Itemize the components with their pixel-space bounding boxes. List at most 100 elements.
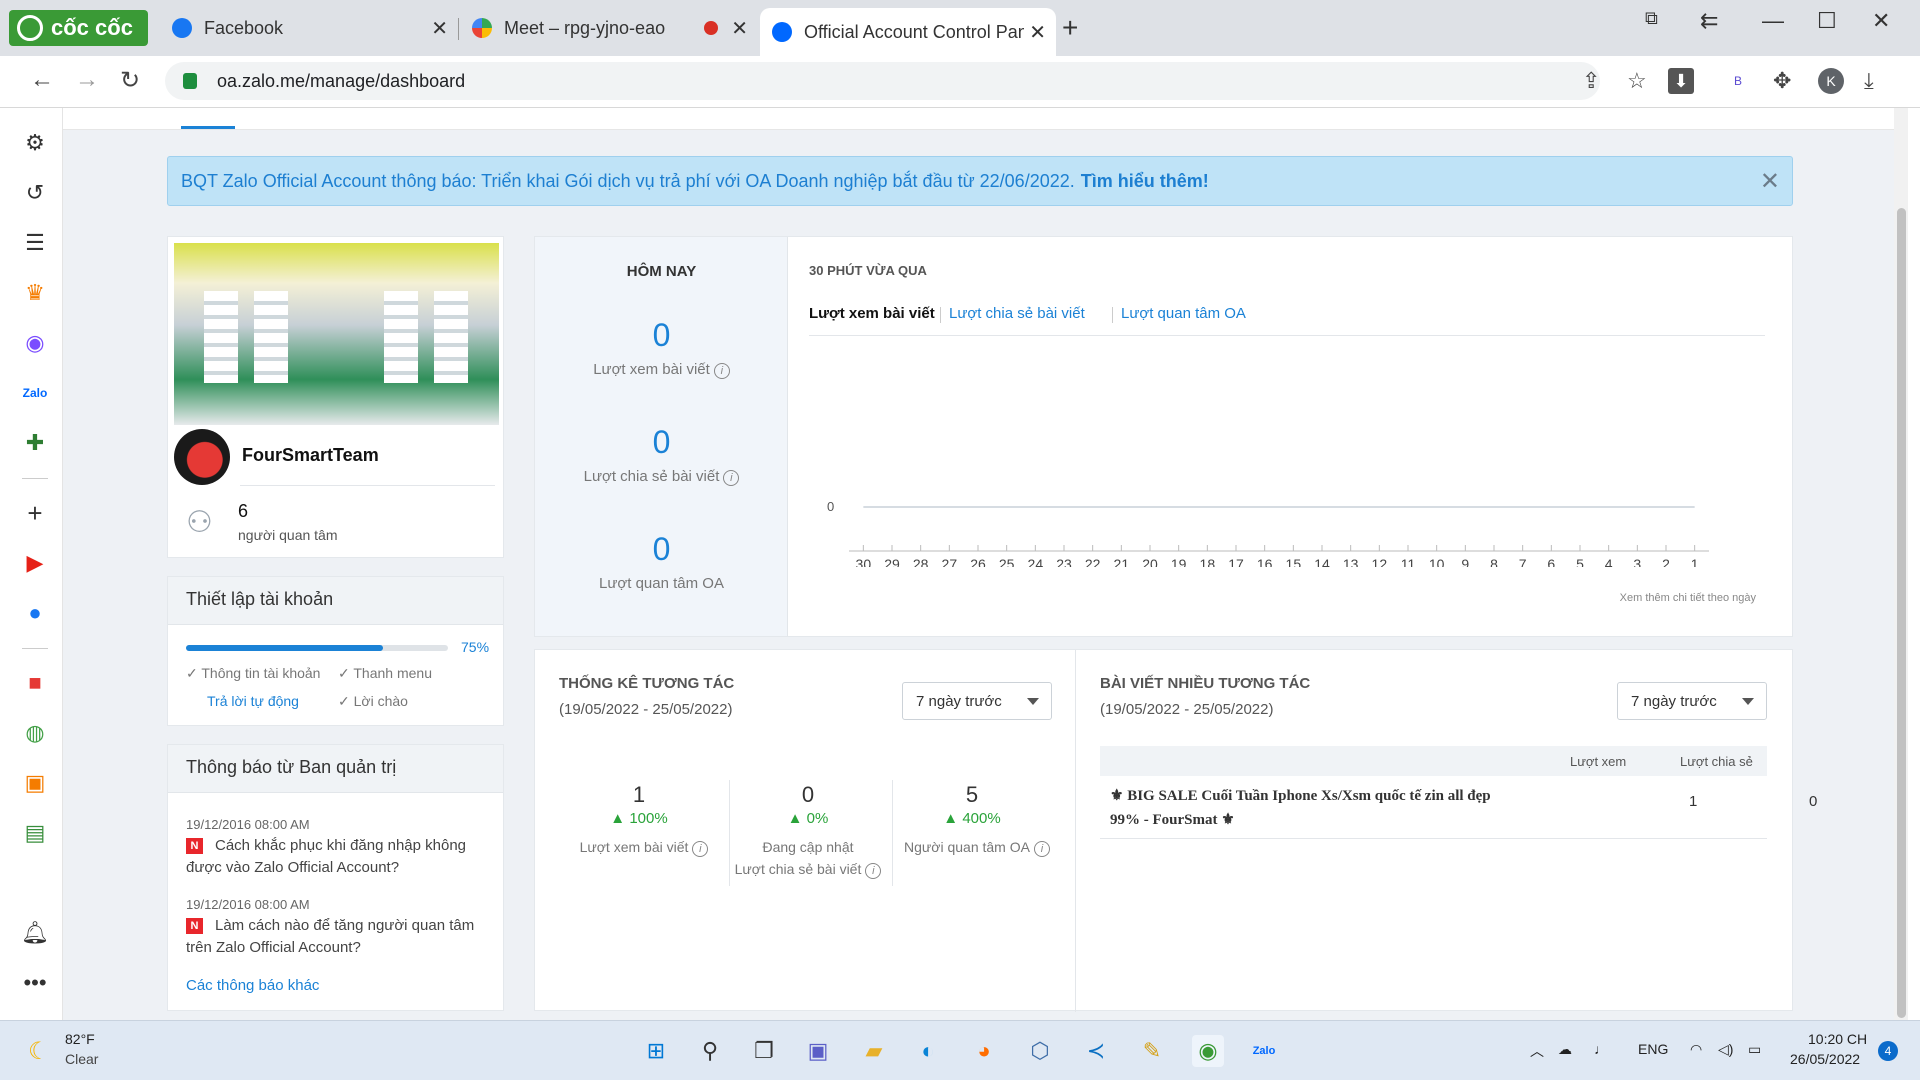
chevron-down-icon xyxy=(1027,698,1039,705)
x-tick-label: 3 xyxy=(1633,556,1641,567)
today-shares-value: 0 xyxy=(652,424,671,460)
profile-card: FourSmartTeam ⚇ 6 người quan tâm xyxy=(167,236,504,558)
reload-icon[interactable]: ↻ xyxy=(120,66,140,95)
checklist-item-link[interactable]: Trả lời tự động xyxy=(207,693,299,709)
history-icon[interactable]: ↺ xyxy=(20,178,50,208)
close-tab-icon[interactable]: ✕ xyxy=(431,16,448,41)
info-icon[interactable]: i xyxy=(692,841,709,857)
avatar[interactable] xyxy=(174,429,230,485)
map-pin-icon[interactable]: ◍ xyxy=(20,718,50,748)
gamepad-icon[interactable]: ✚ xyxy=(20,428,50,458)
cart-icon[interactable]: ▣ xyxy=(20,768,50,798)
youtube-icon[interactable]: ▶ xyxy=(20,548,50,578)
tab-official-account[interactable]: Official Account Control Panel ✕ xyxy=(760,8,1056,56)
start-icon[interactable]: ⊞ xyxy=(640,1035,672,1067)
bookmark-star-icon[interactable]: ☆ xyxy=(1627,68,1647,94)
zalo-taskbar-icon[interactable]: Zalo xyxy=(1248,1035,1280,1067)
google-meet-icon xyxy=(472,18,492,38)
tab-meet[interactable]: Meet – rpg-yjno-eao ✕ xyxy=(460,8,758,48)
extensions-puzzle-icon[interactable]: ✥ xyxy=(1773,68,1791,94)
more-notices-link[interactable]: Các thông báo khác xyxy=(186,977,319,994)
notification-bell-icon[interactable]: 🔔︎ xyxy=(20,918,50,948)
learn-more-link[interactable]: Tìm hiểu thêm! xyxy=(1081,171,1209,192)
more-icon[interactable]: ••• xyxy=(20,968,50,998)
facebook-sidebar-icon[interactable]: ● xyxy=(20,598,50,628)
tab-facebook[interactable]: Facebook ✕ xyxy=(160,8,458,48)
edge-icon[interactable]: ◐ xyxy=(912,1035,944,1067)
clock-date[interactable]: 26/05/2022 xyxy=(1790,1051,1860,1067)
tray-chevron-icon[interactable]: ︿ xyxy=(1530,1041,1544,1061)
close-tab-icon[interactable]: ✕ xyxy=(1029,20,1046,45)
share-icon[interactable]: ⇪ xyxy=(1582,68,1600,94)
cover-photo xyxy=(174,243,499,425)
coccoc-logo[interactable]: cốc cốc xyxy=(9,10,148,46)
microphone-icon[interactable]: ♩ xyxy=(1594,1041,1608,1057)
top-posts-period-select[interactable]: 7 ngày trước xyxy=(1617,682,1767,720)
volume-icon[interactable]: ◁) xyxy=(1718,1041,1733,1058)
x-tick-label: 19 xyxy=(1171,556,1187,567)
close-icon[interactable]: ✕ xyxy=(1760,167,1780,196)
tab-oa-follows[interactable]: Lượt quan tâm OA xyxy=(1121,305,1246,322)
notification-count-badge[interactable]: 4 xyxy=(1878,1041,1898,1061)
admin-notices-card: Thông báo từ Ban quản trị 19/12/2016 08:… xyxy=(167,744,504,1011)
onedrive-icon[interactable]: ☁ xyxy=(1558,1041,1572,1058)
daily-detail-note[interactable]: Xem thêm chi tiết theo ngày xyxy=(1620,592,1756,604)
info-icon[interactable]: i xyxy=(1033,841,1050,857)
extension-b-icon[interactable]: B xyxy=(1734,74,1742,88)
interaction-period-select[interactable]: 7 ngày trước xyxy=(902,682,1052,720)
page-name[interactable]: FourSmartTeam xyxy=(242,445,379,466)
settings-icon[interactable]: ⚙ xyxy=(20,128,50,158)
tab-search-icon[interactable]: ⧉ xyxy=(1645,8,1658,29)
close-tab-icon[interactable]: ✕ xyxy=(731,16,748,41)
wifi-icon[interactable]: ◠ xyxy=(1690,1041,1702,1058)
window-close-icon[interactable]: ✕ xyxy=(1872,8,1890,34)
battery-icon[interactable]: ▭ xyxy=(1748,1041,1761,1058)
search-icon[interactable]: ⚲ xyxy=(694,1035,726,1067)
crown-icon[interactable]: ♛ xyxy=(20,278,50,308)
checklist-item[interactable]: ✓ Thông tin tài khoản xyxy=(186,665,320,682)
realtime-stats-card: HÔM NAY 0 Lượt xem bài viết i 0 Lượt chia… xyxy=(534,236,1793,637)
teams-chat-icon[interactable]: ▣ xyxy=(802,1035,834,1067)
post-title-link[interactable]: ⚜ BIG SALE Cuối Tuần Iphone Xs/Xsm quốc … xyxy=(1110,784,1510,832)
back-history-icon[interactable]: ⇇ xyxy=(1700,8,1718,34)
clock-time[interactable]: 10:20 CH xyxy=(1808,1031,1867,1047)
virtualbox-icon[interactable]: ⬡ xyxy=(1024,1035,1056,1067)
tab-post-views[interactable]: Lượt xem bài viết xyxy=(809,305,935,322)
maximize-icon[interactable]: ☐ xyxy=(1817,8,1837,34)
file-explorer-icon[interactable]: ▰ xyxy=(858,1035,890,1067)
download-icon[interactable]: ⤓ xyxy=(1864,68,1874,94)
weather-status[interactable]: Clear xyxy=(65,1051,98,1067)
page-scrollbar[interactable] xyxy=(1894,108,1908,1020)
x-tick-label: 2 xyxy=(1662,556,1670,567)
new-tab-icon[interactable]: + xyxy=(1062,12,1078,44)
add-sidebar-icon[interactable]: + xyxy=(20,498,50,528)
stat-shares-label: Đang cập nhật Lượt chia sẻ bài viết i xyxy=(723,836,893,880)
minimize-icon[interactable]: — xyxy=(1762,8,1784,34)
coccoc-taskbar-icon[interactable]: ◉ xyxy=(1192,1035,1224,1067)
notice-item[interactable]: N Làm cách nào để tăng người quan tâm trê… xyxy=(186,915,486,959)
notice-item[interactable]: N Cách khắc phục khi đăng nhập không được… xyxy=(186,835,486,879)
task-view-icon[interactable]: ❐ xyxy=(748,1035,780,1067)
reading-list-icon[interactable]: ☰ xyxy=(20,228,50,258)
info-icon[interactable]: i xyxy=(713,363,730,379)
download-manager-icon[interactable]: ⬇ xyxy=(1668,68,1694,94)
profile-avatar[interactable]: K xyxy=(1818,68,1844,94)
messenger-icon[interactable]: ◉ xyxy=(20,328,50,358)
paint-icon[interactable]: ✎ xyxy=(1136,1035,1168,1067)
x-tick-label: 20 xyxy=(1142,556,1158,567)
checklist-item[interactable]: ✓ Lời chào xyxy=(338,693,408,710)
info-icon[interactable]: i xyxy=(865,863,882,879)
forward-icon[interactable]: → xyxy=(75,66,99,94)
language-indicator[interactable]: ENG xyxy=(1638,1041,1668,1057)
spreadsheet-icon[interactable]: ▤ xyxy=(20,818,50,848)
url-field[interactable]: oa.zalo.me/manage/dashboard xyxy=(165,62,1600,100)
checklist-item[interactable]: ✓ Thanh menu xyxy=(338,665,432,682)
firefox-icon[interactable]: ◕ xyxy=(968,1035,1000,1067)
temperature[interactable]: 82°F xyxy=(65,1031,95,1047)
info-icon[interactable]: i xyxy=(723,470,740,486)
zalo-sidebar-icon[interactable]: Zalo xyxy=(20,378,50,408)
tab-post-shares[interactable]: Lượt chia sẻ bài viết xyxy=(949,305,1085,322)
shopping-bag-icon[interactable]: ■ xyxy=(20,668,50,698)
vscode-icon[interactable]: ≺ xyxy=(1080,1035,1112,1067)
back-icon[interactable]: ← xyxy=(30,66,54,94)
